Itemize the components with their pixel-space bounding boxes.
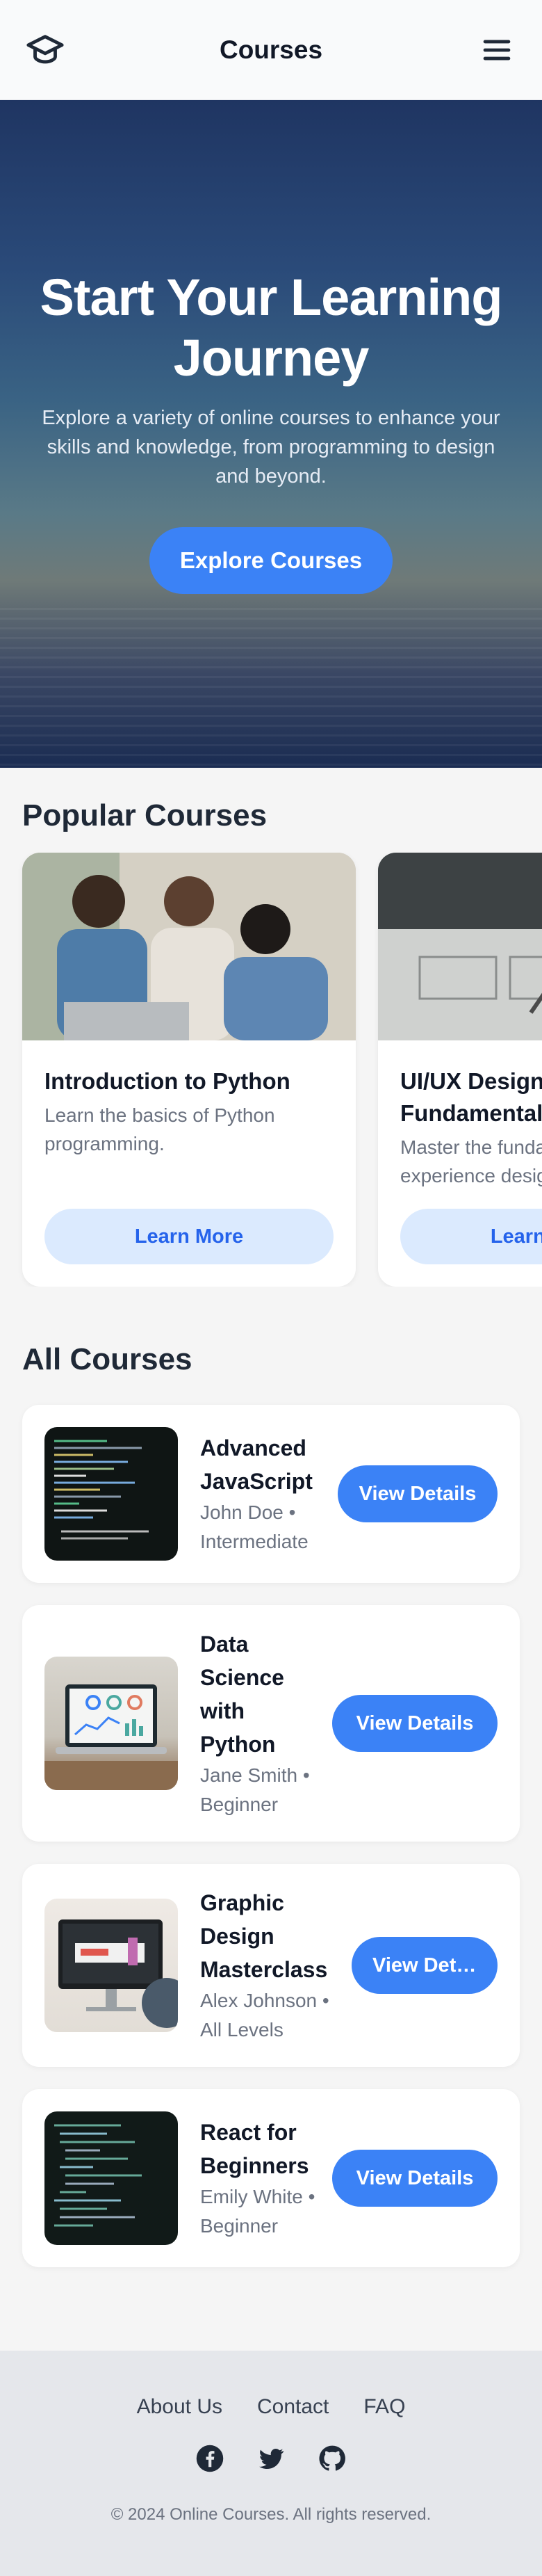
footer-link-contact[interactable]: Contact [257,2395,329,2419]
footer-link-faq[interactable]: FAQ [363,2395,405,2419]
course-name: React for Beginners [200,2120,309,2178]
learn-more-button[interactable]: Learn More [44,1209,334,1264]
course-thumbnail-laptop-charts [44,1657,178,1790]
course-list-item[interactable]: Data Science with Python Jane Smith • Be… [22,1605,520,1842]
footer-link-about[interactable]: About Us [137,2395,222,2419]
course-name: Advanced JavaScript [200,1435,313,1494]
view-details-button[interactable]: View Details [352,1937,498,1994]
top-app-bar: Courses [0,0,542,100]
course-meta: John Doe • Intermediate [200,1502,309,1552]
hero-title: Start Your Learning Journey [40,268,503,387]
course-list-item[interactable]: Graphic Design Masterclass Alex Johnson … [22,1864,520,2067]
explore-courses-button[interactable]: Explore Courses [149,527,393,595]
course-thumbnail-code [44,1427,178,1561]
popular-course-card[interactable]: UI/UX Design Fundamentals Master the fun… [378,853,542,1287]
page-footer: About Us Contact FAQ © 2024 Online Cours… [0,2351,542,2576]
course-list-item[interactable]: Advanced JavaScript John Doe • Intermedi… [22,1405,520,1583]
all-courses-heading: All Courses [22,1342,192,1376]
view-details-button[interactable]: View Details [338,1465,498,1522]
view-details-button[interactable]: View Details [332,2150,498,2207]
hero-banner: Start Your Learning Journey Explore a va… [0,100,542,768]
hero-background-texture [0,608,542,768]
graduation-cap-icon[interactable] [25,30,65,70]
course-meta: Jane Smith • Beginner [200,1764,310,1815]
facebook-icon[interactable] [195,2444,224,2473]
social-links [195,2444,347,2473]
course-image-students [22,853,356,1040]
popular-course-card[interactable]: Introduction to Python Learn the basics … [22,853,356,1287]
hero-subtitle: Explore a variety of online courses to e… [42,407,500,488]
view-details-button[interactable]: View Details [332,1695,498,1752]
twitter-icon[interactable] [256,2444,286,2473]
footer-links: About Us Contact FAQ [137,2395,406,2419]
copyright-text: © 2024 Online Courses. All rights reserv… [110,2505,432,2524]
course-name: Data Science with Python [200,1632,284,1757]
course-image-sketching [378,853,542,1040]
all-courses-list: Advanced JavaScript John Doe • Intermedi… [0,1405,542,2267]
popular-course-name: Introduction to Python [44,1068,290,1094]
hamburger-menu-icon[interactable] [477,30,517,70]
course-name: Graphic Design Masterclass [200,1890,328,1982]
popular-courses-carousel[interactable]: Introduction to Python Learn the basics … [0,853,542,1287]
learn-more-button[interactable]: Learn More [400,1209,542,1264]
course-list-item[interactable]: React for Beginners Emily White • Beginn… [22,2089,520,2267]
page-title: Courses [219,35,323,64]
popular-course-description: Learn the basics of Python programming. [44,1104,275,1154]
course-meta: Alex Johnson • All Levels [200,1990,329,2040]
popular-courses-heading: Popular Courses [22,798,268,832]
course-thumbnail-monitor [44,1899,178,2032]
github-icon[interactable] [318,2444,347,2473]
course-thumbnail-code [44,2111,178,2245]
popular-course-name: UI/UX Design Fundamentals [400,1068,542,1127]
course-meta: Emily White • Beginner [200,2186,315,2237]
popular-course-description: Master the fundamentals of user experien… [400,1136,542,1186]
